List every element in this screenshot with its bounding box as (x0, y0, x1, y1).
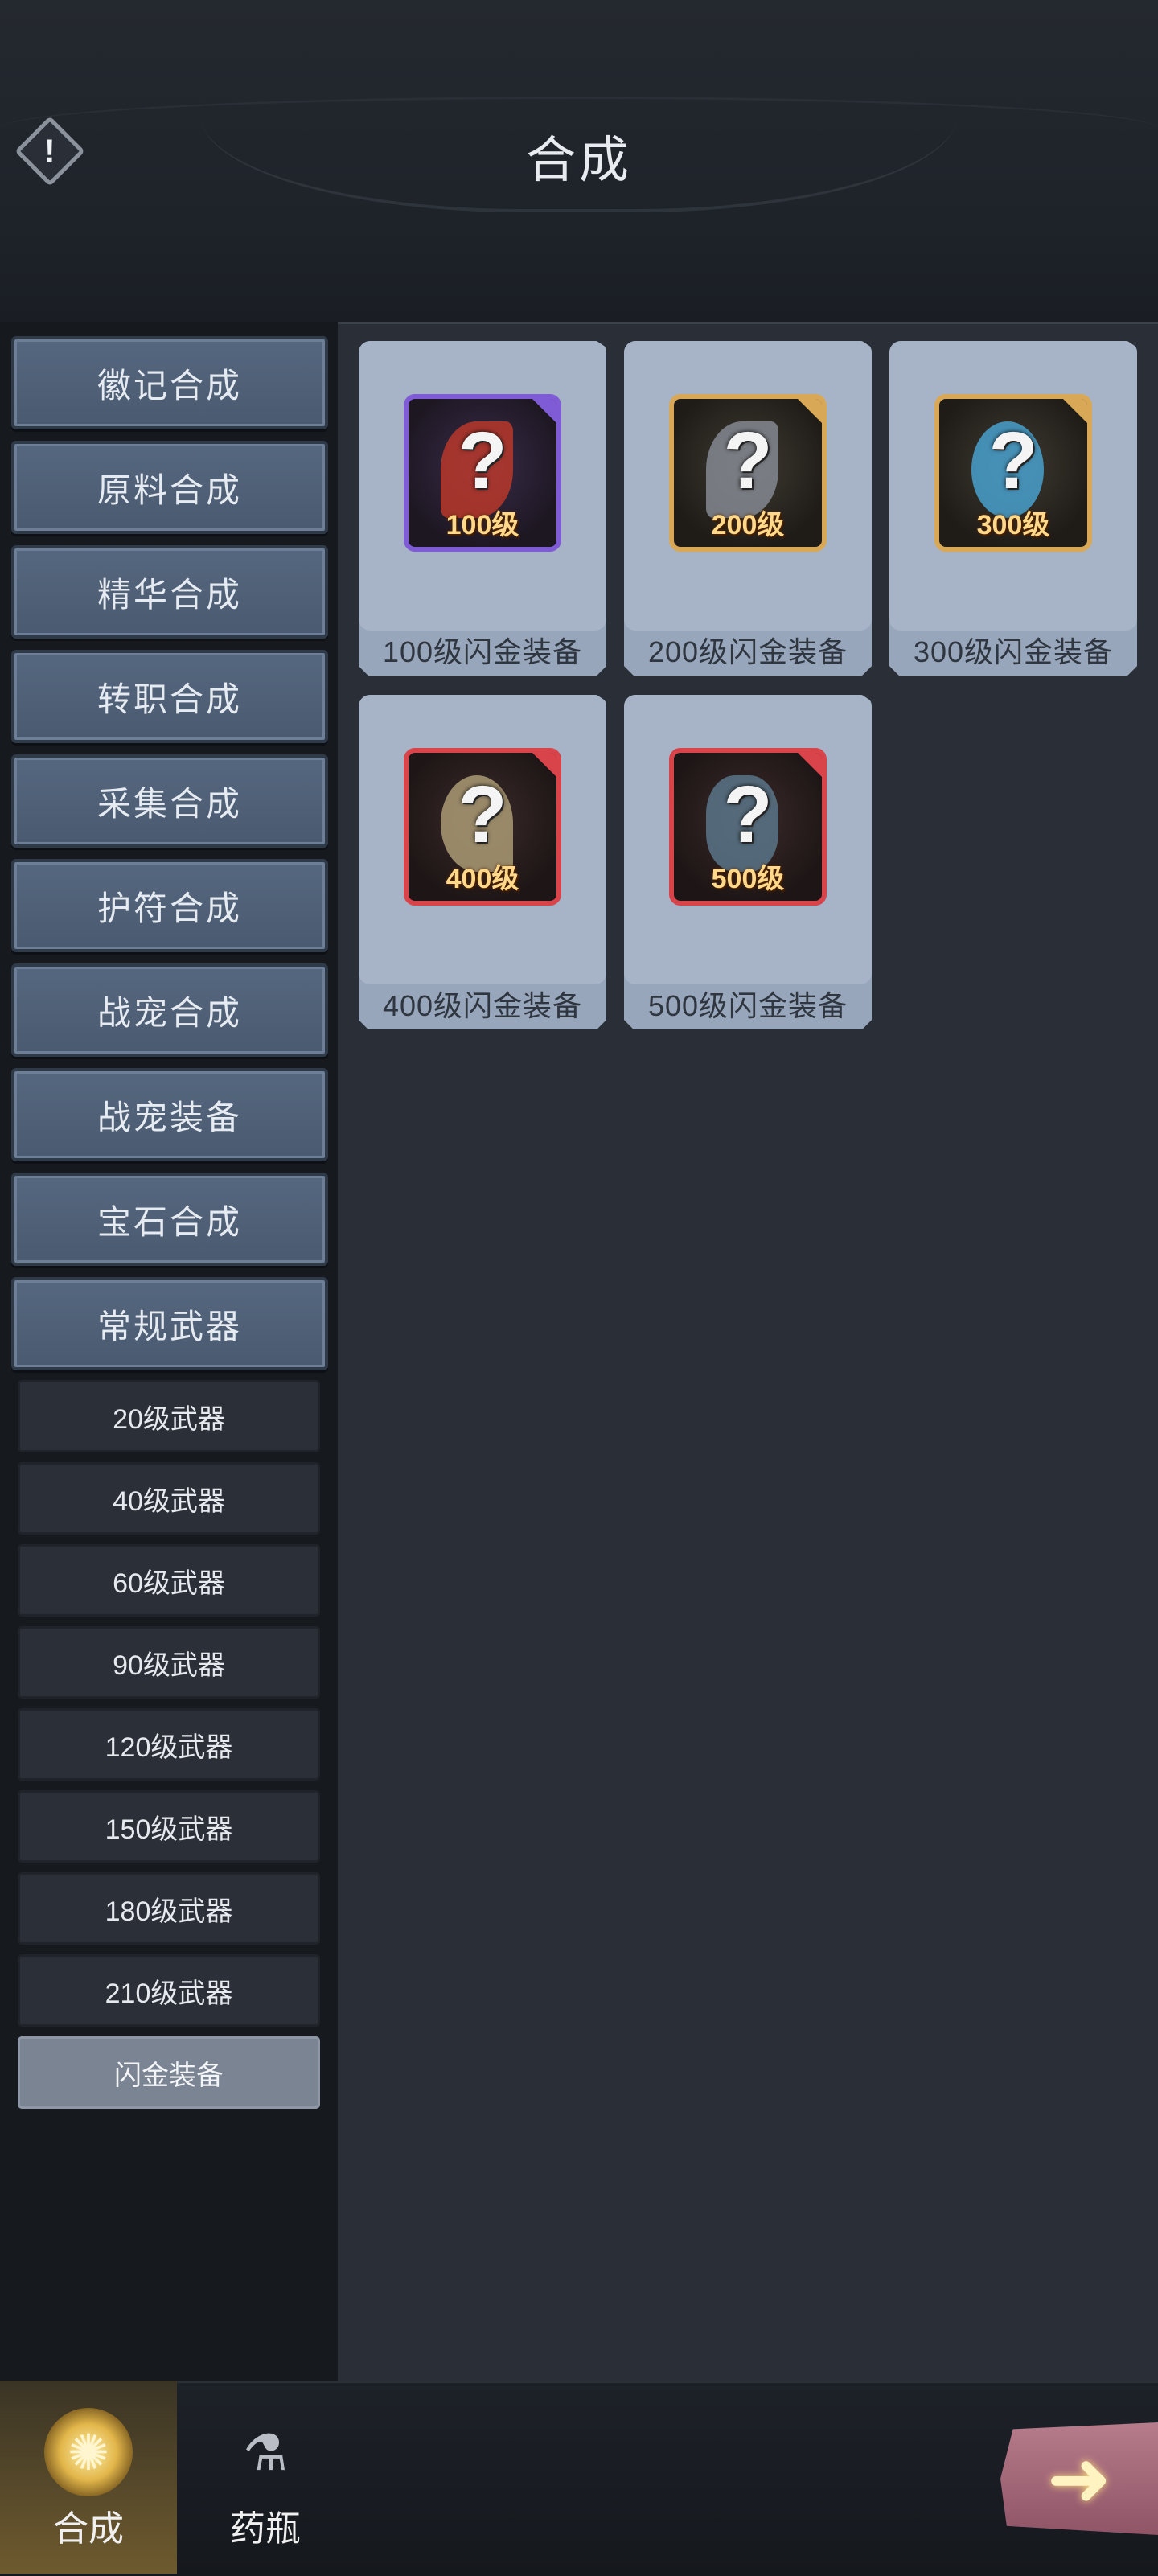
category-button-emblem[interactable]: 徽记合成 (11, 336, 328, 429)
category-button-talisman[interactable]: 护符合成 (11, 859, 328, 952)
next-button[interactable]: ➜ (1000, 2422, 1158, 2535)
subitem-weapon-20[interactable]: 20级武器 (18, 1380, 320, 1452)
item-level-label: 200级 (711, 510, 785, 540)
item-name: 500级闪金装备 (647, 989, 848, 1022)
tab-label: 药瓶 (230, 2509, 301, 2549)
item-name: 400级闪金装备 (382, 989, 583, 1022)
category-button-pet[interactable]: 战宠合成 (11, 963, 328, 1057)
category-button-material[interactable]: 原料合成 (11, 441, 328, 534)
item-icon-frame: ? 300级 (934, 394, 1092, 552)
item-card-200[interactable]: ? 200级 200级闪金装备 (624, 341, 872, 676)
item-level-label: 400级 (446, 864, 519, 894)
item-name: 300级闪金装备 (913, 635, 1114, 668)
subitem-weapon-90[interactable]: 90级武器 (18, 1626, 320, 1699)
item-name: 200级闪金装备 (647, 635, 848, 668)
category-button-gathering[interactable]: 采集合成 (11, 754, 328, 848)
synthesis-icon: ✺ (44, 2408, 133, 2496)
item-icon-frame: ? 200级 (669, 394, 827, 552)
item-card-100[interactable]: ? 100级 100级闪金装备 (359, 341, 606, 676)
subitem-weapon-150[interactable]: 150级武器 (18, 1790, 320, 1863)
tab-label: 合成 (53, 2509, 124, 2549)
item-card-300[interactable]: ? 300级 300级闪金装备 (889, 341, 1137, 676)
item-level-label: 300级 (976, 510, 1050, 540)
subitem-weapon-60[interactable]: 60级武器 (18, 1544, 320, 1617)
item-icon-frame: ? 500级 (669, 748, 827, 906)
question-mark-icon: ? (988, 416, 1038, 506)
question-mark-icon: ? (458, 770, 507, 860)
category-button-gem[interactable]: 宝石合成 (11, 1173, 328, 1266)
category-button-class-change[interactable]: 转职合成 (11, 650, 328, 743)
category-button-essence[interactable]: 精华合成 (11, 545, 328, 639)
item-icon-frame: ? 400级 (404, 748, 561, 906)
item-level-label: 500级 (711, 864, 785, 894)
question-mark-icon: ? (458, 416, 507, 506)
arrow-right-icon: ➜ (1046, 2436, 1112, 2522)
question-mark-icon: ? (723, 770, 773, 860)
item-card-500[interactable]: ? 500级 500级闪金装备 (624, 695, 872, 1029)
item-name: 100级闪金装备 (382, 635, 583, 668)
item-icon-frame: ? 100级 (404, 394, 561, 552)
page-title: 合成 (525, 133, 632, 188)
subitem-weapon-120[interactable]: 120级武器 (18, 1708, 320, 1781)
category-button-pet-equipment[interactable]: 战宠装备 (11, 1068, 328, 1161)
tab-synthesis[interactable]: ✺ 合成 (0, 2381, 177, 2574)
subitem-weapon-40[interactable]: 40级武器 (18, 1462, 320, 1535)
item-card-400[interactable]: ? 400级 400级闪金装备 (359, 695, 606, 1029)
tab-potion[interactable]: ⚗ 药瓶 (177, 2381, 354, 2574)
question-mark-icon: ? (723, 416, 773, 506)
item-level-label: 100级 (446, 510, 519, 540)
subitem-weapon-180[interactable]: 180级武器 (18, 1872, 320, 1945)
subitem-flash-gold-equipment[interactable]: 闪金装备 (18, 2036, 320, 2109)
potion-bottle-icon: ⚗ (243, 2425, 288, 2481)
category-button-regular-weapon[interactable]: 常规武器 (11, 1277, 328, 1370)
subitem-weapon-210[interactable]: 210级武器 (18, 1954, 320, 2027)
